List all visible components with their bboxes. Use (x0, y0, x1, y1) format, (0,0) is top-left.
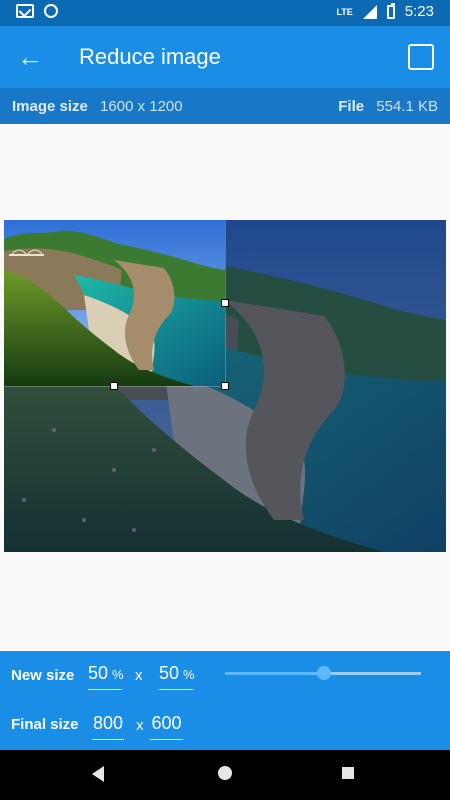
image-size-label: Image size (12, 98, 88, 115)
back-triangle-icon[interactable] (92, 766, 104, 782)
new-size-row: New size 50% x 50% (0, 651, 450, 701)
resize-slider[interactable] (225, 666, 421, 680)
status-time: 5:23 (404, 3, 434, 20)
height-percent-value: 50 (159, 663, 180, 683)
width-percent-unit: % (112, 667, 124, 682)
final-width-field[interactable]: 800 (92, 713, 124, 740)
file-size-info: File 554.1 KB (338, 98, 438, 115)
crop-handle-bottom[interactable] (110, 382, 118, 390)
selected-image-region (4, 220, 225, 386)
final-size-times: x (136, 717, 144, 734)
save-button[interactable] (408, 44, 434, 70)
save-icon-slot (412, 48, 424, 52)
back-button[interactable]: ← (16, 43, 44, 71)
home-circle-icon[interactable] (218, 766, 232, 780)
height-percent-unit: % (183, 667, 195, 682)
image-preview[interactable] (4, 220, 446, 552)
save-icon-hole (416, 54, 424, 62)
file-size-value: 554.1 KB (376, 98, 438, 115)
slider-fill (225, 672, 323, 675)
recents-square-icon[interactable] (342, 767, 354, 779)
crop-handle-right[interactable] (221, 299, 229, 307)
crop-selection[interactable] (4, 220, 229, 390)
height-percent-field[interactable]: 50% (159, 663, 195, 690)
signal-icon (362, 4, 377, 19)
final-size-label: Final size (11, 716, 79, 733)
status-bar: LTE 5:23 (0, 0, 450, 26)
page-title: Reduce image (79, 44, 221, 69)
new-size-label: New size (11, 667, 75, 684)
gmail-icon (16, 4, 34, 18)
image-size-value: 1600 x 1200 (100, 98, 183, 115)
globe-icon (44, 4, 58, 18)
width-percent-value: 50 (88, 663, 109, 683)
final-size-row: Final size 800 x 600 (0, 701, 450, 750)
crop-handle-corner[interactable] (221, 382, 229, 390)
file-label: File (338, 98, 365, 115)
slider-knob[interactable] (317, 666, 331, 680)
final-height-field[interactable]: 600 (150, 713, 183, 740)
resize-controls: New size 50% x 50% Final size 800 x 600 (0, 651, 450, 750)
image-size-info: Image size 1600 x 1200 (12, 98, 183, 115)
system-navigation-bar (0, 750, 450, 800)
arrow-left-icon: ← (17, 42, 43, 72)
width-percent-field[interactable]: 50% (88, 663, 124, 690)
app-toolbar: ← Reduce image (0, 26, 450, 88)
image-info-bar: Image size 1600 x 1200 File 554.1 KB (0, 88, 450, 124)
new-size-times: x (135, 667, 143, 684)
lte-icon: LTE (336, 6, 353, 17)
battery-icon (386, 2, 395, 19)
